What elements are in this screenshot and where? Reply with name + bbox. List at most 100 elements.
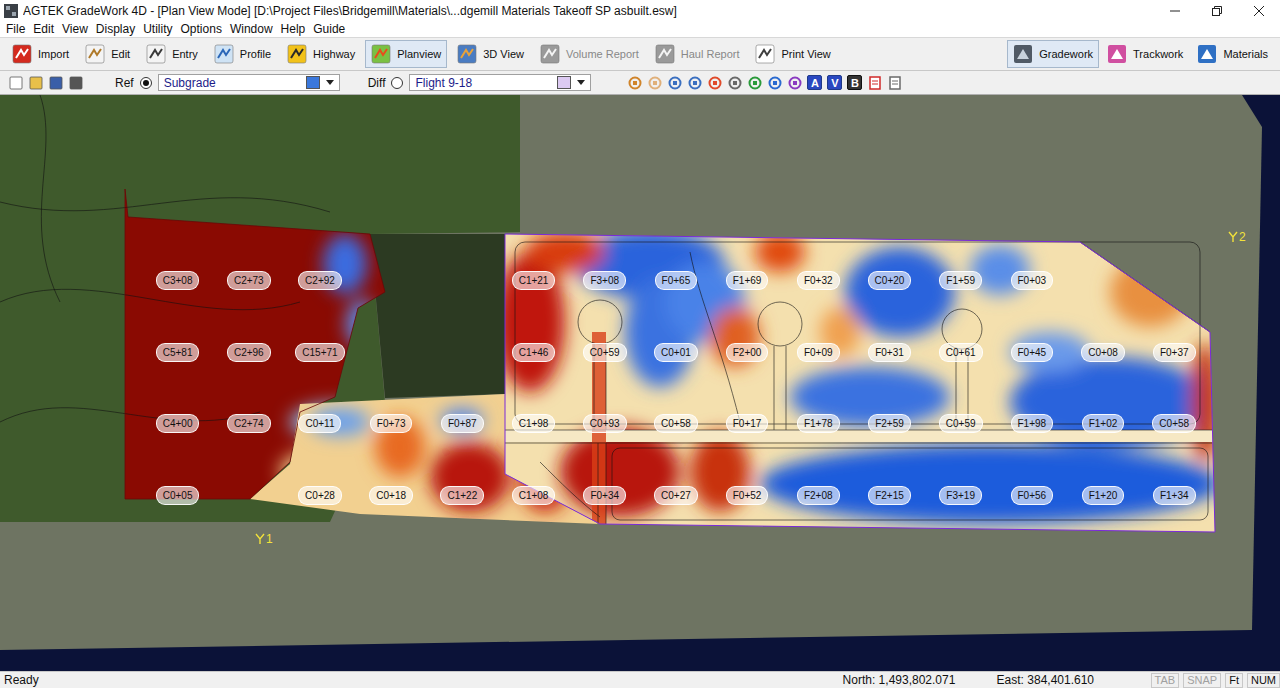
letter-toggle-button[interactable]: V xyxy=(827,75,842,90)
cut-fill-label[interactable]: C0+61 xyxy=(939,343,983,362)
benchmark-pin[interactable]: 2 xyxy=(1228,223,1246,243)
cut-fill-label[interactable]: F1+02 xyxy=(1082,414,1125,433)
minimize-button[interactable] xyxy=(1154,0,1196,21)
toolbar-button[interactable]: Haul Report xyxy=(649,40,746,68)
diff-radio[interactable] xyxy=(391,77,403,89)
menu-item[interactable]: Window xyxy=(226,22,277,36)
cut-fill-label[interactable]: F0+87 xyxy=(441,414,484,433)
cut-fill-label[interactable]: F0+34 xyxy=(583,486,626,505)
cut-fill-label[interactable]: F1+78 xyxy=(797,414,840,433)
cut-fill-label[interactable]: F0+31 xyxy=(868,343,911,362)
cut-fill-label[interactable]: C0+01 xyxy=(654,343,698,362)
cut-fill-label[interactable]: C0+59 xyxy=(939,414,983,433)
cut-fill-label[interactable]: F1+98 xyxy=(1011,414,1054,433)
ref-radio[interactable] xyxy=(140,77,152,89)
toolbar-button[interactable]: Print View xyxy=(749,40,836,68)
menu-item[interactable]: Help xyxy=(277,22,310,36)
cut-fill-label[interactable]: F0+52 xyxy=(726,486,769,505)
cut-fill-label[interactable]: C2+74 xyxy=(227,414,271,433)
cut-fill-label[interactable]: C0+20 xyxy=(868,271,912,290)
cut-fill-label[interactable]: C3+08 xyxy=(156,271,200,290)
cut-fill-label[interactable]: F0+03 xyxy=(1011,271,1054,290)
view-tool-button[interactable] xyxy=(685,73,704,92)
menu-item[interactable]: View xyxy=(58,22,92,36)
cut-fill-label[interactable]: F2+15 xyxy=(868,486,911,505)
toolbar-button[interactable]: Entry xyxy=(140,40,204,68)
cut-fill-label[interactable]: F0+32 xyxy=(797,271,840,290)
cut-fill-label[interactable]: C1+22 xyxy=(440,486,484,505)
benchmark-pin[interactable]: 1 xyxy=(255,525,273,545)
cut-fill-label[interactable]: C0+08 xyxy=(1081,343,1125,362)
cut-fill-label[interactable]: F2+59 xyxy=(868,414,911,433)
cut-fill-label[interactable]: C0+58 xyxy=(654,414,698,433)
cut-fill-label[interactable]: F0+73 xyxy=(370,414,413,433)
cut-fill-label[interactable]: C0+27 xyxy=(654,486,698,505)
menu-item[interactable]: Options xyxy=(177,22,226,36)
menu-item[interactable]: Display xyxy=(92,22,139,36)
toolbar-button[interactable]: Volume Report xyxy=(534,40,645,68)
toolbar-button[interactable]: Edit xyxy=(79,40,136,68)
view-tool-button[interactable] xyxy=(785,73,804,92)
menu-item[interactable]: File xyxy=(2,22,29,36)
cut-fill-label[interactable]: C2+92 xyxy=(298,271,342,290)
cut-fill-label[interactable]: C15+71 xyxy=(295,343,344,362)
cut-fill-label[interactable]: C1+08 xyxy=(512,486,556,505)
cut-fill-label[interactable]: F0+17 xyxy=(726,414,769,433)
view-tool-button[interactable] xyxy=(725,73,744,92)
ref-surface-dropdown[interactable]: Subgrade xyxy=(158,74,340,91)
cut-fill-label[interactable]: F0+37 xyxy=(1153,343,1196,362)
cut-fill-label[interactable]: C4+00 xyxy=(156,414,200,433)
cut-fill-label[interactable]: C1+46 xyxy=(512,343,556,362)
cut-fill-label[interactable]: C5+81 xyxy=(156,343,200,362)
mode-button[interactable]: Materials xyxy=(1191,40,1274,68)
cut-fill-label[interactable]: F0+56 xyxy=(1011,486,1054,505)
cut-fill-label[interactable]: F0+65 xyxy=(655,271,698,290)
file-tool-button[interactable] xyxy=(66,73,85,92)
view-tool-button[interactable] xyxy=(645,73,664,92)
mode-button[interactable]: Trackwork xyxy=(1101,40,1189,68)
end-tool-button[interactable] xyxy=(885,73,904,92)
cut-fill-label[interactable]: C0+11 xyxy=(298,414,341,433)
menu-item[interactable]: Guide xyxy=(309,22,349,36)
view-tool-button[interactable] xyxy=(665,73,684,92)
cut-fill-label[interactable]: C2+73 xyxy=(227,271,271,290)
cut-fill-label[interactable]: F0+45 xyxy=(1011,343,1054,362)
cut-fill-label[interactable]: C0+58 xyxy=(1152,414,1196,433)
cut-fill-label[interactable]: F1+69 xyxy=(726,271,769,290)
cut-fill-label[interactable]: F3+08 xyxy=(583,271,626,290)
cut-fill-label[interactable]: F3+19 xyxy=(939,486,982,505)
letter-toggle-button[interactable]: A xyxy=(807,75,822,90)
cut-fill-label[interactable]: C0+93 xyxy=(583,414,627,433)
file-tool-button[interactable] xyxy=(46,73,65,92)
cut-fill-label[interactable]: F1+59 xyxy=(939,271,982,290)
cut-fill-label[interactable]: C0+18 xyxy=(369,486,413,505)
plan-view-canvas[interactable]: C3+08 C2+73 C2+92 C1+21 F3+08 F0+65 F1+69 F0+32… xyxy=(0,95,1280,671)
view-tool-button[interactable] xyxy=(745,73,764,92)
file-tool-button[interactable] xyxy=(6,73,25,92)
cut-fill-label[interactable]: C0+59 xyxy=(583,343,627,362)
view-tool-button[interactable] xyxy=(705,73,724,92)
cut-fill-label[interactable]: F1+34 xyxy=(1153,486,1196,505)
toolbar-button[interactable]: Highway xyxy=(281,40,361,68)
close-button[interactable] xyxy=(1238,0,1280,21)
view-tool-button[interactable] xyxy=(625,73,644,92)
view-tool-button[interactable] xyxy=(765,73,784,92)
menu-item[interactable]: Utility xyxy=(139,22,176,36)
file-tool-button[interactable] xyxy=(26,73,45,92)
cut-fill-label[interactable]: C0+05 xyxy=(156,486,200,505)
toolbar-button[interactable]: Import xyxy=(6,40,75,68)
cut-fill-label[interactable]: F2+08 xyxy=(797,486,840,505)
mode-button[interactable]: Gradework xyxy=(1007,40,1099,68)
toolbar-button[interactable]: Planview xyxy=(365,40,447,68)
cut-fill-label[interactable]: F0+09 xyxy=(797,343,840,362)
cut-fill-label[interactable]: C2+96 xyxy=(227,343,271,362)
cut-fill-label[interactable]: C1+98 xyxy=(512,414,556,433)
toolbar-button[interactable]: 3D View xyxy=(451,40,530,68)
cut-fill-label[interactable]: C1+21 xyxy=(512,271,556,290)
menu-item[interactable]: Edit xyxy=(29,22,58,36)
end-tool-button[interactable] xyxy=(865,73,884,92)
cut-fill-label[interactable]: C0+28 xyxy=(298,486,342,505)
cut-fill-label[interactable]: F2+00 xyxy=(726,343,769,362)
toolbar-button[interactable]: Profile xyxy=(208,40,277,68)
letter-toggle-button[interactable]: B xyxy=(847,75,862,90)
